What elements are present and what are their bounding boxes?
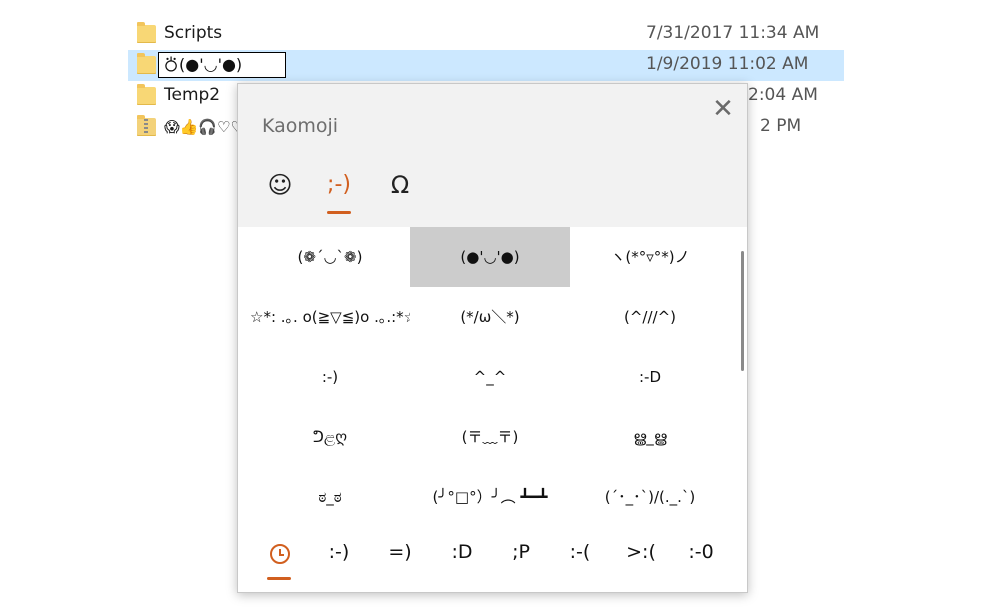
tab-active-indicator: [327, 211, 351, 214]
folder-icon: [137, 84, 156, 105]
kaomoji-cell[interactable]: (〒﹏〒): [410, 407, 570, 467]
kaomoji-cell[interactable]: (´･_･`)/(._.`): [570, 467, 730, 527]
tab-symbols[interactable]: Ω: [380, 168, 420, 204]
recent-bar: :-) =) :D ;P :-( >:( :-0: [238, 525, 747, 591]
kaomoji-cell[interactable]: (^///^): [570, 287, 730, 347]
kaomoji-cell[interactable]: (╯°□°）╯︵ ┻━┻: [410, 467, 570, 527]
close-icon[interactable]: ✕: [708, 94, 738, 124]
clock-icon[interactable]: [270, 544, 290, 564]
kaomoji-cell[interactable]: ಠ_ಠ: [250, 467, 410, 527]
tab-emoji[interactable]: ☺: [260, 168, 300, 204]
rename-input[interactable]: ⛣(●'◡'●): [158, 52, 286, 78]
tab-kaomoji[interactable]: ;-): [319, 168, 359, 204]
recent-kaomoji[interactable]: :D: [432, 537, 492, 567]
file-name: Scripts: [164, 23, 223, 43]
file-name: Temp2: [164, 85, 221, 105]
folder-icon: [137, 53, 156, 74]
file-row-renaming[interactable]: ⛣(●'◡'●) 1/9/2019 11:02 AM: [128, 50, 844, 81]
kaomoji-panel: Kaomoji ✕ ☺ ;-) Ω (❁´◡`❁) (●'◡'●) ヽ(*°▿°…: [237, 83, 748, 593]
kaomoji-cell[interactable]: ☆*: .｡. o(≧▽≦)o .｡.:*☆: [250, 287, 410, 347]
recent-kaomoji[interactable]: ;P: [491, 537, 551, 567]
file-date: 1/9/2019 11:02 AM: [646, 54, 809, 74]
recent-active-indicator: [267, 577, 291, 580]
kaomoji-cell[interactable]: ヽ(*°▿°*)ノ: [570, 227, 730, 287]
kaomoji-cell[interactable]: :-): [250, 347, 410, 407]
recent-kaomoji[interactable]: =): [370, 537, 430, 567]
file-name: 😱👍🎧♡♡: [164, 118, 244, 136]
file-date: 2 PM: [760, 116, 802, 136]
zip-folder-icon: [137, 115, 156, 136]
file-row-scripts[interactable]: Scripts 7/31/2017 11:34 AM: [128, 19, 844, 50]
kaomoji-cell[interactable]: ^_^: [410, 347, 570, 407]
panel-header: Kaomoji ✕ ☺ ;-) Ω: [238, 84, 747, 227]
kaomoji-cell[interactable]: ᕤළღ: [250, 407, 410, 467]
recent-kaomoji[interactable]: :-0: [671, 537, 731, 567]
folder-icon: [137, 22, 156, 43]
panel-title: Kaomoji: [262, 115, 339, 137]
kaomoji-cell-selected[interactable]: (●'◡'●): [410, 227, 570, 287]
file-date: 7/31/2017 11:34 AM: [646, 23, 820, 43]
kaomoji-cell[interactable]: (*/ω＼*): [410, 287, 570, 347]
file-date: 2:04 AM: [748, 85, 818, 105]
kaomoji-grid: (❁´◡`❁) (●'◡'●) ヽ(*°▿°*)ノ ☆*: .｡. o(≧▽≦)…: [250, 227, 730, 525]
recent-kaomoji[interactable]: >:(: [611, 537, 671, 567]
kaomoji-cell[interactable]: ൠ_ൠ: [570, 407, 730, 467]
recent-kaomoji[interactable]: :-): [309, 537, 369, 567]
scrollbar[interactable]: [741, 251, 744, 371]
recent-kaomoji[interactable]: :-(: [550, 537, 610, 567]
kaomoji-cell[interactable]: :-D: [570, 347, 730, 407]
kaomoji-cell[interactable]: (❁´◡`❁): [250, 227, 410, 287]
